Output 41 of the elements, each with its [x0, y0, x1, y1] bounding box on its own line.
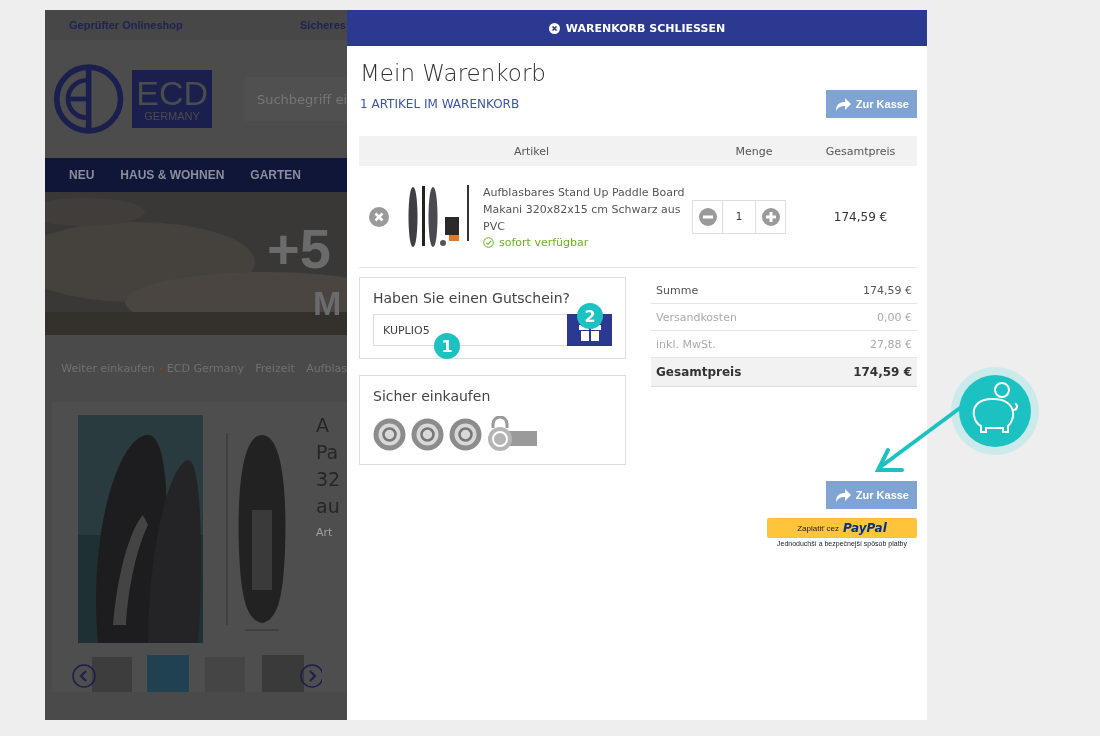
total-label: Gesamtpreis	[656, 365, 742, 379]
trust-seal-icon	[449, 417, 482, 451]
close-icon	[548, 22, 560, 34]
increase-button[interactable]	[755, 199, 786, 234]
column-header: Artikel	[512, 144, 551, 158]
total-value: 174,59 €	[863, 283, 912, 297]
coupon-heading: Haben Sie einen Gutschein?	[373, 290, 571, 306]
remove-icon[interactable]	[369, 206, 389, 227]
column-header: Gesamtpreis	[824, 144, 897, 158]
minus-icon	[698, 207, 717, 226]
share-arrow-icon	[833, 488, 852, 502]
nav-item[interactable]: HAUS & WOHNEN	[120, 168, 225, 182]
banner-subline: M	[313, 284, 342, 323]
nav-item[interactable]: GARTEN	[250, 168, 301, 182]
column-header: Menge	[734, 144, 774, 158]
item-price: 174,59 €	[832, 209, 889, 224]
trust-seal-icon	[373, 417, 406, 451]
padlock-seal-icon	[487, 416, 537, 452]
total-value: 174,59 €	[853, 365, 912, 379]
total-label: Versandkosten	[656, 310, 737, 324]
cart-title: Mein Warenkorb	[360, 60, 547, 86]
total-label: Summe	[656, 283, 699, 297]
close-cart-button[interactable]: WARENKORB SCHLIESSEN	[347, 10, 927, 46]
plus-icon	[761, 207, 780, 226]
paypal-button[interactable]: Zaplatiť cez PayPal	[767, 518, 917, 538]
share-arrow-icon	[833, 97, 852, 111]
availability-text: sofort verfügbar	[499, 236, 589, 249]
quantity-field[interactable]: 1	[723, 199, 755, 234]
total-value: 0,00 €	[877, 310, 912, 324]
product-name[interactable]: Aufblasbares Stand Up Paddle Board Makani 320x82x15 cm Schwarz aus PVC	[483, 184, 692, 235]
secure-heading: Sicher einkaufen	[373, 388, 492, 404]
logo-emblem-icon	[53, 61, 125, 137]
nav-item[interactable]: NEU	[69, 168, 95, 182]
total-label: inkl. MwSt.	[656, 337, 716, 351]
piggy-bank-icon	[950, 366, 1040, 456]
total-value: 27,88 €	[870, 337, 912, 351]
check-circle-icon	[483, 237, 494, 248]
article-number: Art	[316, 526, 334, 540]
decrease-button[interactable]	[692, 199, 723, 234]
trust-seal-icon	[411, 417, 444, 451]
item-count-text: 1 ARTIKEL IM WARENKORB	[360, 97, 520, 111]
